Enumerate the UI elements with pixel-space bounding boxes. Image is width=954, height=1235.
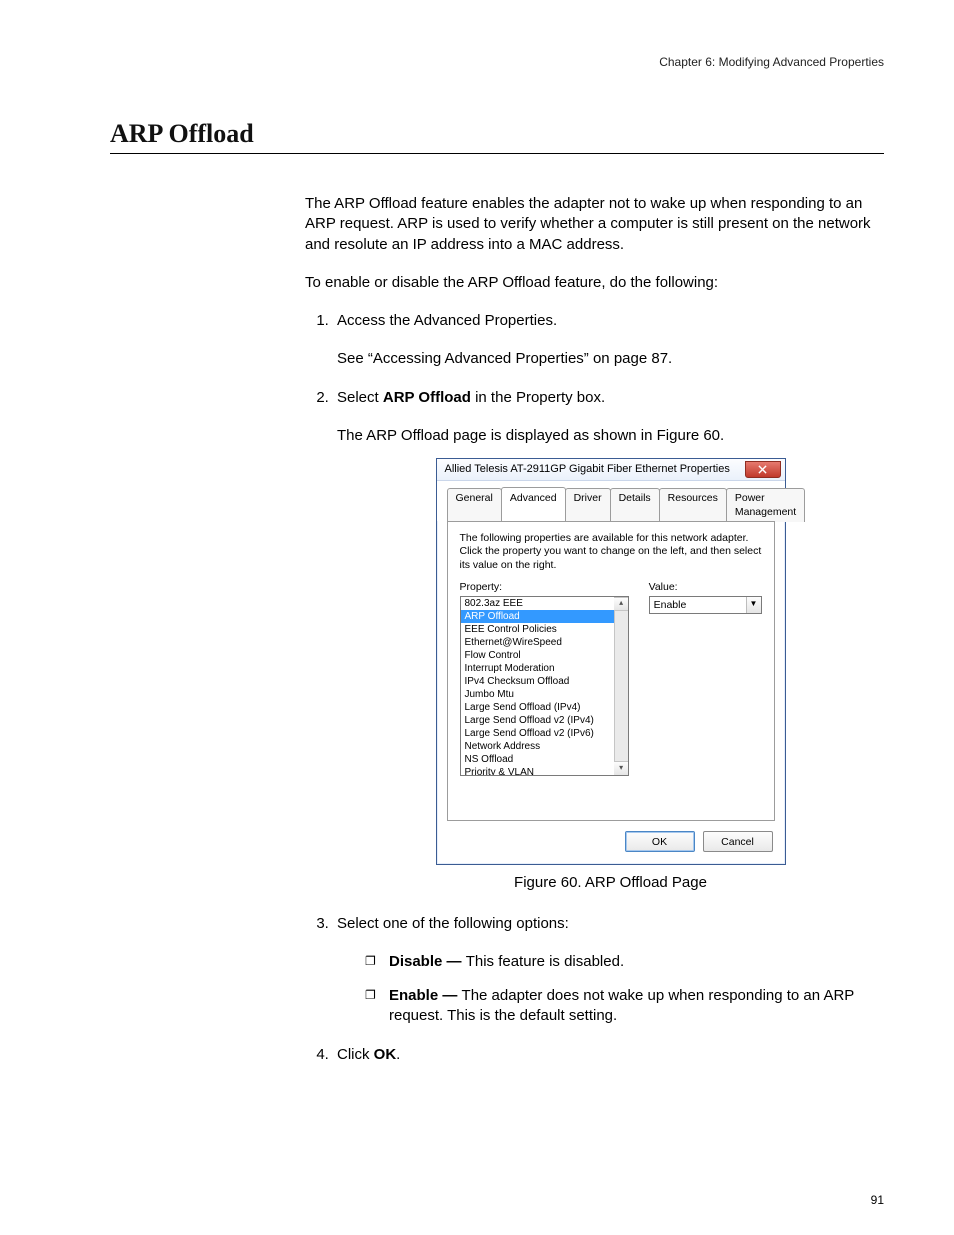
page-heading: ARP Offload <box>110 119 884 154</box>
property-item[interactable]: Jumbo Mtu <box>461 688 614 701</box>
leadin-paragraph: To enable or disable the ARP Offload fea… <box>305 273 884 293</box>
step-4-bold: OK <box>374 1046 397 1063</box>
step-2: Select ARP Offload in the Property box. … <box>333 388 884 894</box>
listbox-scrollbar[interactable]: ▴ ▾ <box>614 597 628 775</box>
step-1: Access the Advanced Properties. See “Acc… <box>333 311 884 370</box>
step-2-prefix: Select <box>337 389 383 406</box>
property-item[interactable]: Large Send Offload v2 (IPv6) <box>461 727 614 740</box>
steps-list: Access the Advanced Properties. See “Acc… <box>305 311 884 1065</box>
tab-resources[interactable]: Resources <box>659 488 727 522</box>
dialog-titlebar: Allied Telesis AT-2911GP Gigabit Fiber E… <box>437 459 785 481</box>
value-selected: Enable <box>654 598 687 612</box>
option-disable-label: Disable — <box>389 953 466 970</box>
tab-panel: The following properties are available f… <box>447 521 775 821</box>
step-4: Click OK. <box>333 1045 884 1065</box>
dropdown-button[interactable]: ▼ <box>746 597 761 613</box>
option-disable: Disable — This feature is disabled. <box>365 952 884 972</box>
ok-button[interactable]: OK <box>625 831 695 852</box>
property-label: Property: <box>460 580 629 594</box>
step-2-suffix: in the Property box. <box>471 389 605 406</box>
property-item[interactable]: Ethernet@WireSpeed <box>461 636 614 649</box>
step-3: Select one of the following options: Dis… <box>333 914 884 1027</box>
property-item[interactable]: IPv4 Checksum Offload <box>461 675 614 688</box>
properties-dialog: Allied Telesis AT-2911GP Gigabit Fiber E… <box>436 458 786 865</box>
property-item[interactable]: EEE Control Policies <box>461 623 614 636</box>
chapter-label: Chapter 6: Modifying Advanced Properties <box>110 55 884 69</box>
value-select[interactable]: Enable ▼ <box>649 596 762 614</box>
property-item[interactable]: Network Address <box>461 740 614 753</box>
cancel-button[interactable]: Cancel <box>703 831 773 852</box>
step-1-note: See “Accessing Advanced Properties” on p… <box>337 349 884 369</box>
figure-wrap: Allied Telesis AT-2911GP Gigabit Fiber E… <box>337 458 884 865</box>
tab-power[interactable]: Power Management <box>726 488 805 522</box>
figure-caption: Figure 60. ARP Offload Page <box>337 873 884 893</box>
dialog-description: The following properties are available f… <box>460 532 762 571</box>
option-disable-text: This feature is disabled. <box>466 953 624 970</box>
chevron-down-icon: ▼ <box>750 599 758 610</box>
tab-details[interactable]: Details <box>610 488 660 522</box>
scroll-up-button[interactable]: ▴ <box>614 597 628 611</box>
dialog-title: Allied Telesis AT-2911GP Gigabit Fiber E… <box>445 462 730 477</box>
property-item[interactable]: 802.3az EEE <box>461 597 614 610</box>
property-item[interactable]: Flow Control <box>461 649 614 662</box>
close-icon <box>758 465 767 474</box>
value-label: Value: <box>649 580 762 594</box>
step-4-prefix: Click <box>337 1046 374 1063</box>
step-2-note: The ARP Offload page is displayed as sho… <box>337 426 884 446</box>
tab-general[interactable]: General <box>447 488 502 522</box>
dialog-button-row: OK Cancel <box>437 831 785 864</box>
property-item[interactable]: Large Send Offload v2 (IPv4) <box>461 714 614 727</box>
intro-paragraph: The ARP Offload feature enables the adap… <box>305 194 884 255</box>
step-2-bold: ARP Offload <box>383 389 471 406</box>
tab-advanced[interactable]: Advanced <box>501 487 566 521</box>
tabs-row: General Advanced Driver Details Resource… <box>437 481 785 521</box>
property-item[interactable]: Interrupt Moderation <box>461 662 614 675</box>
property-item[interactable]: ARP Offload <box>461 610 614 623</box>
step-1-text: Access the Advanced Properties. <box>337 312 557 329</box>
close-button[interactable] <box>745 461 781 478</box>
options-list: Disable — This feature is disabled. Enab… <box>337 952 884 1027</box>
property-item[interactable]: NS Offload <box>461 753 614 766</box>
property-item[interactable]: Priority & VLAN <box>461 766 614 775</box>
property-item[interactable]: Large Send Offload (IPv4) <box>461 701 614 714</box>
step-3-text: Select one of the following options: <box>337 915 569 932</box>
tab-driver[interactable]: Driver <box>565 488 611 522</box>
option-enable-label: Enable — <box>389 987 462 1004</box>
option-enable: Enable — The adapter does not wake up wh… <box>365 986 884 1027</box>
step-4-suffix: . <box>396 1046 400 1063</box>
property-listbox[interactable]: 802.3az EEEARP OffloadEEE Control Polici… <box>460 596 629 776</box>
scroll-down-button[interactable]: ▾ <box>614 761 628 775</box>
page-number: 91 <box>871 1193 884 1207</box>
